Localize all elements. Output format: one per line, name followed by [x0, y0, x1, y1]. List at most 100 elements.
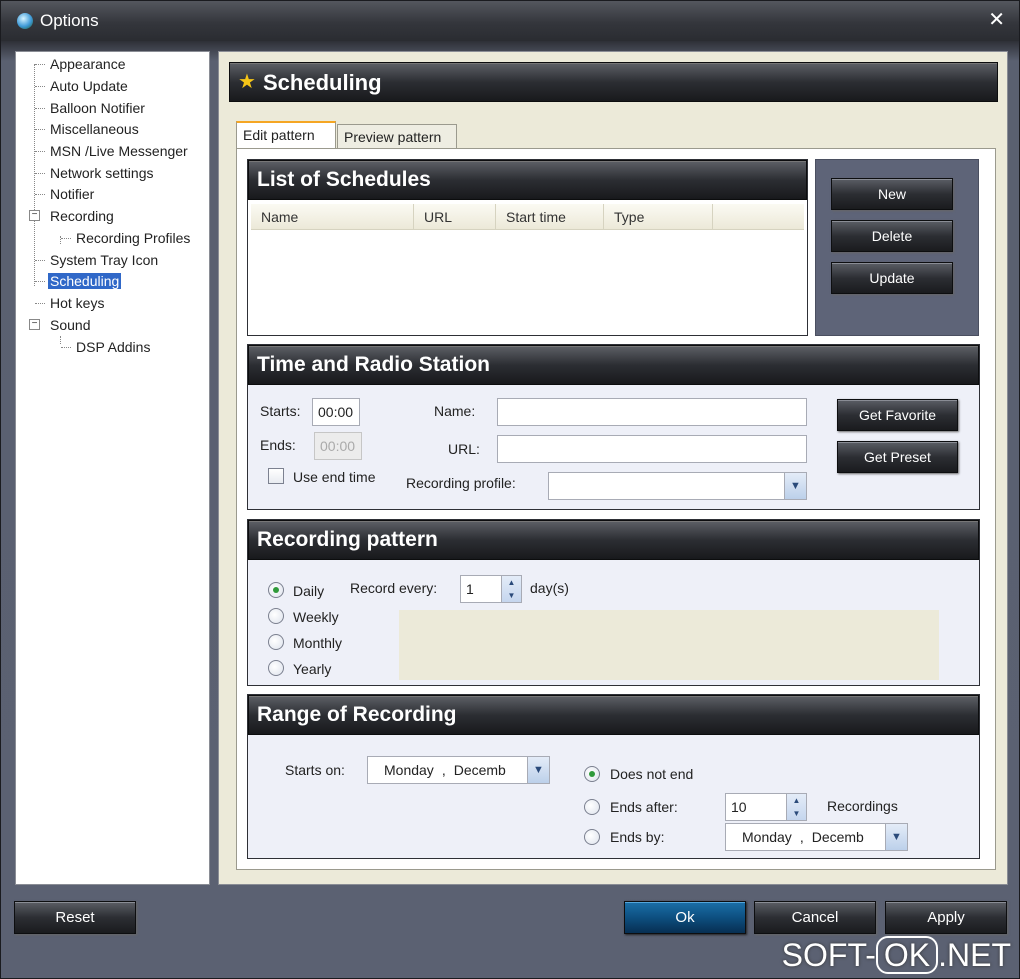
ok-button[interactable]: Ok — [624, 901, 746, 934]
tree-item-hot-keys[interactable]: Hot keys — [50, 293, 104, 313]
reset-button[interactable]: Reset — [14, 901, 136, 934]
watermark: SOFT- OK .NET — [782, 936, 1011, 974]
tree-item-label: Balloon Notifier — [50, 100, 145, 116]
column-header-name[interactable]: Name — [251, 204, 414, 230]
tree-item-scheduling[interactable]: Scheduling — [48, 271, 122, 291]
tree-item-appearance[interactable]: Appearance — [50, 54, 126, 74]
watermark-ok: OK — [875, 936, 939, 974]
star-icon: ★ — [238, 71, 256, 93]
url-label: URL: — [448, 441, 480, 457]
tree-item-system-tray-icon[interactable]: System Tray Icon — [50, 250, 158, 270]
tree-item-label: Scheduling — [48, 273, 122, 289]
watermark-right: .NET — [938, 937, 1011, 973]
tree-item-balloon-notifier[interactable]: Balloon Notifier — [50, 98, 145, 118]
starts-on-date-picker[interactable]: Monday, Decemb ▼ — [367, 756, 550, 784]
tree-item-label: Miscellaneous — [50, 121, 139, 137]
column-header-type[interactable]: Type — [604, 204, 713, 230]
get-preset-button[interactable]: Get Preset — [837, 441, 958, 473]
options-window: Options ✕ Appearance Auto Update Balloon… — [0, 0, 1020, 979]
apply-button[interactable]: Apply — [885, 901, 1007, 934]
schedules-table[interactable]: Name URL Start time Type — [251, 204, 804, 332]
section-title: Recording pattern — [248, 520, 979, 560]
spin-buttons[interactable]: ▲ ▼ — [501, 576, 521, 602]
monthly-radio[interactable] — [268, 634, 284, 650]
schedule-buttons-panel: New Delete Update — [815, 159, 979, 336]
starts-time-field[interactable] — [312, 398, 360, 426]
title-bar: Options ✕ — [1, 1, 1019, 41]
url-field[interactable] — [497, 435, 807, 463]
use-end-time-checkbox[interactable] — [268, 468, 284, 484]
tree-dash — [35, 194, 45, 195]
tab-label: Edit pattern — [243, 127, 315, 143]
column-header-url[interactable]: URL — [414, 204, 496, 230]
tree-dash — [35, 281, 45, 282]
globe-icon — [17, 13, 33, 29]
ends-by-date-picker[interactable]: Monday, Decemb ▼ — [725, 823, 908, 851]
collapse-icon[interactable]: − — [29, 319, 40, 330]
tree-item-label: Sound — [50, 317, 91, 333]
recording-profile-select[interactable]: ▼ — [548, 472, 807, 500]
yearly-label: Yearly — [293, 661, 332, 677]
options-tree: Appearance Auto Update Balloon Notifier … — [15, 51, 210, 885]
chevron-down-icon[interactable]: ▼ — [885, 824, 907, 850]
name-field[interactable] — [497, 398, 807, 426]
chevron-down-icon[interactable]: ▼ — [787, 807, 806, 820]
ends-by-radio[interactable] — [584, 829, 600, 845]
tree-item-auto-update[interactable]: Auto Update — [50, 76, 128, 96]
main-panel: ★ Scheduling Edit pattern Preview patter… — [218, 51, 1008, 885]
tree-item-notifier[interactable]: Notifier — [50, 184, 94, 204]
tree-item-recording-profiles[interactable]: Recording Profiles — [76, 228, 190, 248]
ends-after-radio[interactable] — [584, 799, 600, 815]
tree-dash — [35, 151, 45, 152]
collapse-icon[interactable]: − — [29, 210, 40, 221]
chevron-up-icon[interactable]: ▲ — [787, 794, 806, 807]
cancel-button[interactable]: Cancel — [754, 901, 876, 934]
starts-label: Starts: — [260, 403, 301, 419]
tree-item-miscellaneous[interactable]: Miscellaneous — [50, 119, 139, 139]
ends-by-month: Decemb — [811, 829, 864, 845]
daily-radio[interactable] — [268, 582, 284, 598]
yearly-radio[interactable] — [268, 660, 284, 676]
ends-after-stepper[interactable]: 10 ▲ ▼ — [725, 793, 807, 821]
tree-item-label: Network settings — [50, 165, 154, 181]
weekly-radio[interactable] — [268, 608, 284, 624]
ends-by-label: Ends by: — [610, 829, 665, 845]
tree-item-network-settings[interactable]: Network settings — [50, 163, 153, 183]
recording-profile-label: Recording profile: — [406, 475, 516, 491]
schedules-section: List of Schedules Name URL Start time Ty… — [247, 159, 808, 336]
record-every-value: 1 — [466, 581, 474, 597]
update-button[interactable]: Update — [831, 262, 953, 294]
close-icon[interactable]: ✕ — [988, 7, 1005, 32]
does-not-end-label: Does not end — [610, 766, 694, 782]
chevron-up-icon[interactable]: ▲ — [502, 576, 521, 589]
delete-button[interactable]: Delete — [831, 220, 953, 252]
spin-buttons[interactable]: ▲ ▼ — [786, 794, 806, 820]
tab-preview-pattern[interactable]: Preview pattern — [337, 124, 457, 150]
tree-item-recording[interactable]: Recording — [50, 206, 114, 226]
weekly-label: Weekly — [293, 609, 339, 625]
tree-item-sound[interactable]: Sound — [50, 315, 90, 335]
ends-time-field — [314, 432, 362, 460]
record-every-stepper[interactable]: 1 ▲ ▼ — [460, 575, 522, 603]
unit-label: day(s) — [530, 580, 569, 596]
tab-edit-pattern[interactable]: Edit pattern — [236, 121, 336, 150]
tree-dash — [61, 238, 71, 239]
pattern-detail-area — [399, 610, 939, 680]
chevron-down-icon[interactable]: ▼ — [502, 589, 521, 602]
chevron-down-icon[interactable]: ▼ — [784, 473, 806, 499]
tree-item-label: DSP Addins — [76, 339, 151, 355]
daily-label: Daily — [293, 583, 325, 599]
ends-after-label: Ends after: — [610, 799, 678, 815]
get-favorite-button[interactable]: Get Favorite — [837, 399, 958, 431]
chevron-down-icon[interactable]: ▼ — [527, 757, 549, 783]
tree-item-msn-live-messenger[interactable]: MSN /Live Messenger — [50, 141, 188, 161]
tree-item-label: Notifier — [50, 186, 95, 202]
ends-label: Ends: — [260, 437, 296, 453]
column-header-start-time[interactable]: Start time — [496, 204, 604, 230]
use-end-time-label: Use end time — [293, 469, 376, 485]
starts-on-label: Starts on: — [285, 762, 345, 778]
ends-by-day: Monday — [742, 829, 792, 845]
does-not-end-radio[interactable] — [584, 766, 600, 782]
tree-item-dsp-addins[interactable]: DSP Addins — [76, 337, 150, 357]
new-button[interactable]: New — [831, 178, 953, 210]
